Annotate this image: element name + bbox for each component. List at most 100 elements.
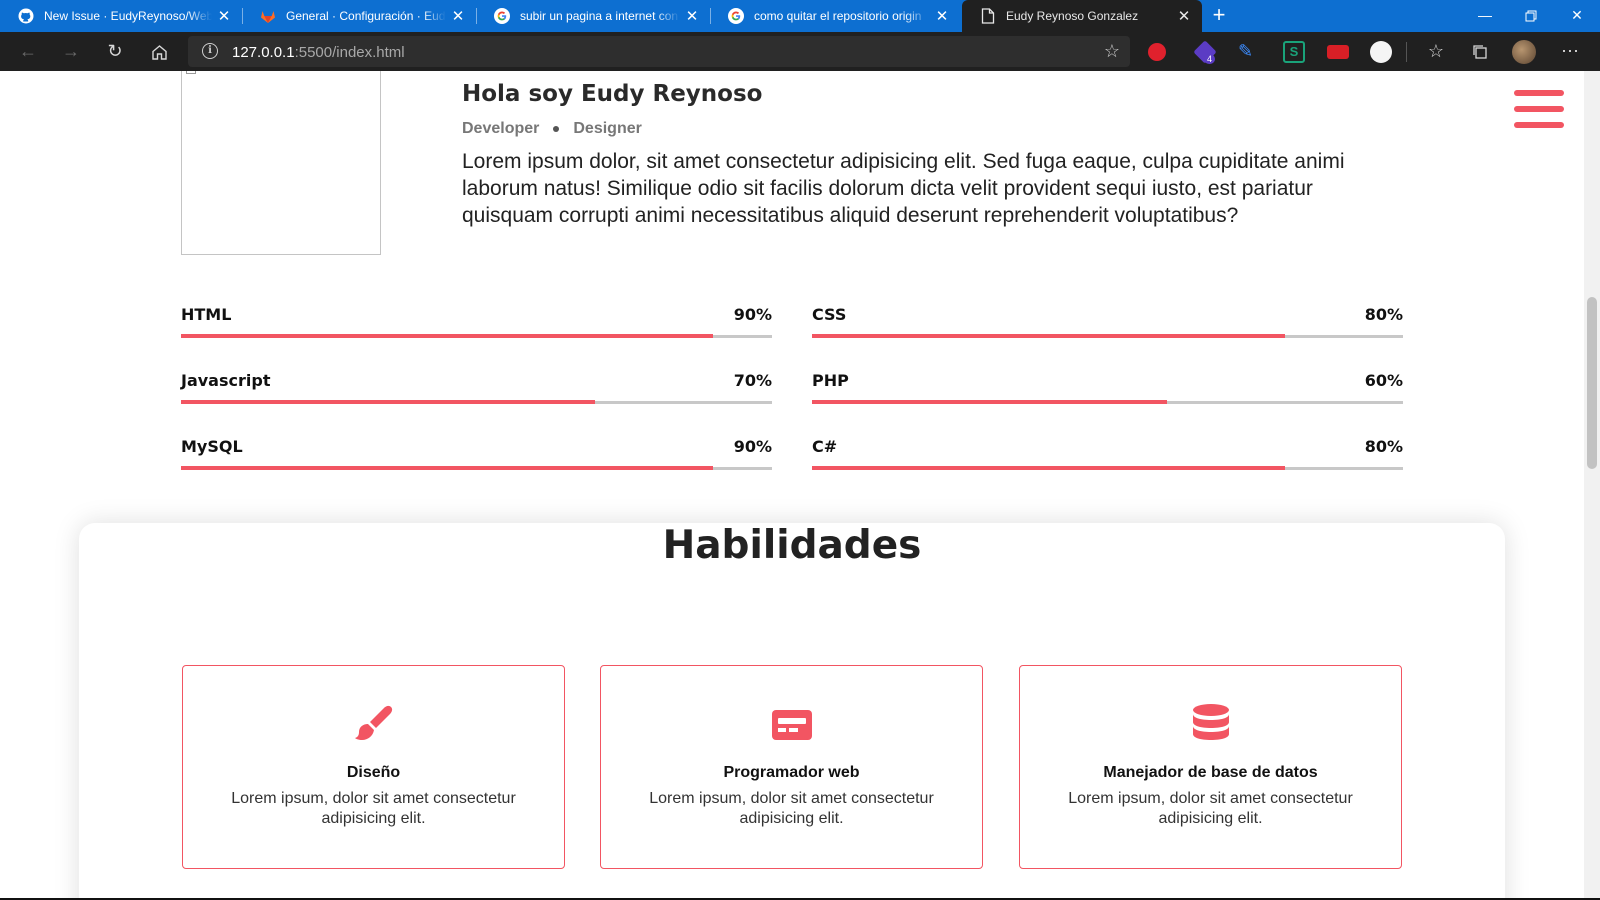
info-icon[interactable]: i: [202, 43, 218, 59]
paint-brush-icon: [354, 704, 394, 746]
credit-card-icon: [771, 704, 812, 746]
tab-title: Eudy Reynoso Gonzalez: [1006, 9, 1139, 23]
card-diseno: Diseño Lorem ipsum, dolor sit amet conse…: [182, 665, 565, 869]
tab-title: subir un pagina a internet con gi: [520, 9, 680, 23]
profile-greeting: Hola soy Eudy Reynoso: [462, 81, 763, 107]
tab-strip: New Issue · EudyReynoso/Web-p ✕ General …: [0, 0, 1600, 32]
google-icon: [728, 8, 744, 24]
card-title: Programador web: [723, 764, 860, 781]
page-icon: [980, 8, 996, 24]
favorite-star-icon[interactable]: ☆: [1104, 41, 1120, 62]
tab-gitlab-settings[interactable]: General · Configuración · Eudy Re ✕: [242, 0, 476, 32]
role-developer: Developer: [462, 120, 540, 137]
skill-percent: 90%: [733, 305, 772, 324]
skill-percent: 60%: [1364, 371, 1403, 390]
new-tab-button[interactable]: +: [1207, 0, 1231, 32]
skill-bar-fill: [812, 334, 1285, 338]
back-arrow-icon[interactable]: ←: [12, 32, 44, 71]
close-window-button[interactable]: ✕: [1554, 0, 1600, 32]
profile-image: [181, 71, 381, 255]
extension-white-circle-icon[interactable]: [1370, 41, 1392, 63]
card-title: Diseño: [346, 764, 401, 781]
url-path: :5500/index.html: [294, 44, 405, 61]
github-icon: [18, 8, 34, 24]
skill-name: CSS: [812, 305, 847, 324]
skill-bar-track: [812, 400, 1403, 404]
skill-name: PHP: [812, 371, 849, 390]
skill-html: HTML 90%: [181, 299, 772, 351]
url-host: 127.0.0.1: [232, 44, 295, 61]
card-programador-web: Programador web Lorem ipsum, dolor sit a…: [600, 665, 983, 869]
home-icon[interactable]: [143, 32, 175, 71]
close-icon[interactable]: ✕: [680, 7, 704, 25]
extension-pen-icon[interactable]: ✎: [1238, 41, 1260, 63]
skill-bar-fill: [812, 466, 1285, 470]
card-title: Manejador de base de datos: [1103, 764, 1318, 781]
scrollbar[interactable]: [1584, 71, 1600, 900]
tab-google-search-1[interactable]: subir un pagina a internet con gi ✕: [476, 0, 710, 32]
collections-icon[interactable]: [1464, 32, 1496, 71]
tab-title: General · Configuración · Eudy Re: [286, 9, 446, 23]
tab-title: New Issue · EudyReynoso/Web-p: [44, 9, 212, 23]
close-icon[interactable]: ✕: [212, 7, 236, 25]
section-title: Habilidades: [662, 523, 922, 568]
role-designer: Designer: [573, 120, 642, 137]
restore-button[interactable]: [1508, 0, 1554, 32]
skill-name: C#: [812, 437, 838, 456]
scrollbar-thumb[interactable]: [1587, 297, 1597, 469]
refresh-icon[interactable]: ↻: [99, 32, 131, 71]
skill-bar-track: [812, 466, 1403, 470]
tab-github-issue[interactable]: New Issue · EudyReynoso/Web-p ✕: [0, 0, 242, 32]
favorites-icon[interactable]: ☆: [1420, 32, 1452, 71]
skill-bar-track: [812, 334, 1403, 338]
hamburger-menu-icon[interactable]: [1514, 90, 1564, 128]
skill-css: CSS 80%: [812, 299, 1403, 351]
close-icon[interactable]: ✕: [930, 7, 954, 25]
skill-name: HTML: [181, 305, 232, 324]
skill-bar-fill: [181, 400, 595, 404]
skill-percent: 70%: [733, 371, 772, 390]
skill-bar-track: [181, 334, 772, 338]
skill-csharp: C# 80%: [812, 431, 1403, 483]
card-text: Lorem ipsum, dolor sit amet consectetur …: [649, 790, 934, 827]
address-bar[interactable]: i 127.0.0.1:5500/index.html ☆: [188, 36, 1130, 67]
skill-bar-fill: [812, 400, 1167, 404]
profile-intro: Lorem ipsum dolor, sit amet consectetur …: [462, 150, 1345, 227]
close-icon[interactable]: ✕: [446, 7, 470, 25]
skill-php: PHP 60%: [812, 365, 1403, 417]
card-text: Lorem ipsum, dolor sit amet consectetur …: [1068, 790, 1353, 827]
card-text: Lorem ipsum, dolor sit amet consectetur …: [231, 790, 516, 827]
tab-google-search-2[interactable]: como quitar el repositorio origin ✕: [710, 0, 960, 32]
skill-percent: 90%: [733, 437, 772, 456]
close-icon[interactable]: ✕: [1172, 7, 1196, 25]
profile-roles: Developer Designer: [462, 120, 642, 138]
browser-toolbar: ← → ↻ i 127.0.0.1:5500/index.html ☆ 4 ✎ …: [0, 32, 1600, 71]
extension-badge: 4: [1204, 54, 1216, 64]
card-base-de-datos: Manejador de base de datos Lorem ipsum, …: [1019, 665, 1402, 869]
profile-avatar[interactable]: [1508, 32, 1540, 71]
broken-image-icon: [186, 71, 196, 74]
minimize-button[interactable]: —: [1462, 0, 1508, 32]
skill-bar-track: [181, 400, 772, 404]
forward-arrow-icon[interactable]: →: [55, 32, 87, 71]
gitlab-icon: [260, 8, 276, 24]
url-text: 127.0.0.1:5500/index.html: [232, 44, 405, 61]
skill-percent: 80%: [1364, 305, 1403, 324]
skill-mysql: MySQL 90%: [181, 431, 772, 483]
skill-bar-fill: [181, 334, 713, 338]
page-viewport: Hola soy Eudy Reynoso Developer Designer…: [0, 71, 1600, 900]
extension-s-icon[interactable]: S: [1283, 41, 1305, 63]
skill-percent: 80%: [1364, 437, 1403, 456]
tab-eudy-reynoso[interactable]: Eudy Reynoso Gonzalez ✕: [962, 0, 1202, 32]
database-icon: [1191, 704, 1231, 746]
skill-name: MySQL: [181, 437, 243, 456]
bullet-dot: [553, 126, 560, 132]
skill-bar-track: [181, 466, 772, 470]
google-icon: [494, 8, 510, 24]
extension-red-icon[interactable]: [1327, 45, 1349, 59]
skill-javascript: Javascript 70%: [181, 365, 772, 417]
skill-name: Javascript: [181, 371, 271, 390]
extension-lock-icon[interactable]: [1148, 43, 1166, 61]
tab-title: como quitar el repositorio origin: [754, 9, 922, 23]
more-options-icon[interactable]: ⋯: [1554, 32, 1586, 71]
